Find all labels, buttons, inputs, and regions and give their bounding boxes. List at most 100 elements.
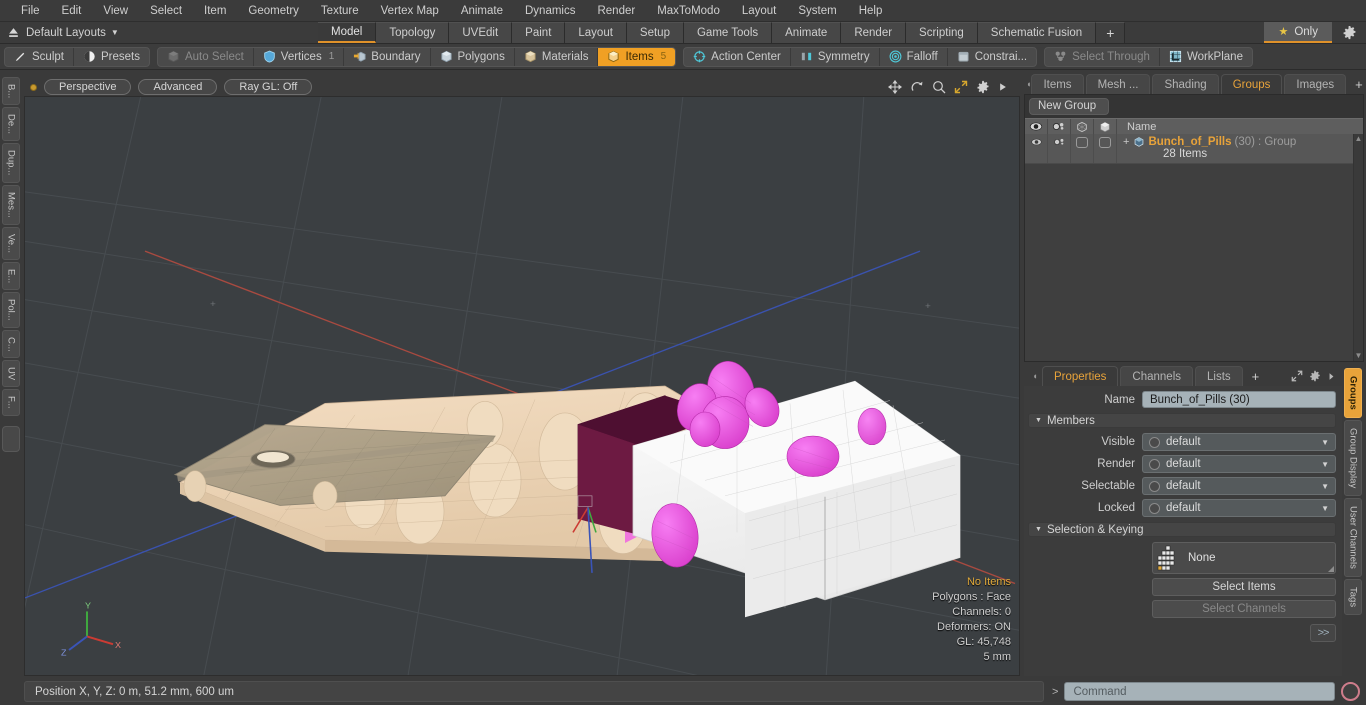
row-eye-toggle[interactable] (1025, 134, 1048, 163)
scroll-down-icon[interactable]: ▼ (1354, 351, 1363, 361)
presets-button[interactable]: Presets (74, 48, 149, 66)
row-shading-toggle[interactable] (1094, 134, 1117, 163)
group-tree-body[interactable]: + Bunch_of_Pills (30) : Group 28 Items ▲… (1025, 134, 1363, 361)
menu-item-system[interactable]: System (787, 3, 847, 19)
visible-select[interactable]: default ▼ (1142, 433, 1336, 451)
layout-selector[interactable]: Default Layouts ▼ (26, 27, 119, 39)
left-vtab-duplicate[interactable]: Dup... (2, 143, 20, 183)
rotate-icon[interactable] (910, 80, 924, 94)
expand-toggle-icon[interactable]: + (1123, 136, 1130, 148)
table-row[interactable]: + Bunch_of_Pills (30) : Group 28 Items (1025, 134, 1363, 164)
falloff-button[interactable]: Falloff (880, 47, 948, 66)
col-render-icon[interactable] (1048, 119, 1071, 134)
view-mode-button[interactable]: Perspective (44, 79, 132, 95)
more-options-button[interactable]: >> (1310, 624, 1336, 642)
tab-uvedit[interactable]: UVEdit (449, 22, 513, 43)
menu-item-select[interactable]: Select (139, 3, 193, 19)
prop-tab-properties[interactable]: Properties (1042, 366, 1119, 386)
left-vtab-vertex[interactable]: Ve... (2, 226, 20, 260)
select-through-button[interactable]: Select Through (1045, 47, 1160, 66)
render-select[interactable]: default ▼ (1142, 455, 1336, 473)
menu-item-render[interactable]: Render (586, 3, 646, 19)
sculpt-button[interactable]: Sculpt (5, 47, 74, 66)
scroll-up-icon[interactable]: ▲ (1354, 134, 1363, 144)
collapse-up-icon[interactable] (6, 26, 20, 40)
panel-tab-groups[interactable]: Groups (1220, 74, 1283, 94)
menu-item-layout[interactable]: Layout (731, 3, 788, 19)
new-group-button[interactable]: New Group (1029, 98, 1110, 115)
move-icon[interactable] (888, 80, 902, 94)
tab-animate[interactable]: Animate (772, 22, 842, 43)
panel-tab-images[interactable]: Images (1284, 74, 1347, 94)
boundary-button[interactable]: Boundary (344, 47, 431, 66)
tab-game-tools[interactable]: Game Tools (683, 22, 773, 43)
action-center-button[interactable]: Action Center (684, 47, 791, 66)
command-input[interactable]: Command (1064, 682, 1335, 701)
symmetry-button[interactable]: Symmetry (791, 47, 880, 66)
tab-layout[interactable]: Layout (565, 22, 627, 43)
vertices-button[interactable]: Vertices 1 (254, 47, 345, 66)
col-shading-icon[interactable] (1094, 119, 1117, 134)
panel-tab-items[interactable]: Items (1031, 74, 1084, 94)
only-toggle-button[interactable]: ★ Only (1264, 22, 1332, 43)
panel-tab-mesh[interactable]: Mesh ... (1085, 74, 1151, 94)
fit-icon[interactable] (954, 80, 968, 94)
items-button[interactable]: Items 5 (598, 47, 676, 66)
select-items-button[interactable]: Select Items (1152, 578, 1336, 596)
menu-item-animate[interactable]: Animate (450, 3, 514, 19)
left-vtab-polygon[interactable]: Pol... (2, 291, 20, 328)
record-circle-icon[interactable] (1341, 682, 1360, 701)
menu-item-maxtomodo[interactable]: MaxToModo (646, 3, 731, 19)
right-vtab-groups[interactable]: Groups (1344, 368, 1362, 418)
menu-item-geometry[interactable]: Geometry (237, 3, 310, 19)
panel-add-tab[interactable]: + (1348, 74, 1366, 94)
tab-scripting[interactable]: Scripting (906, 22, 978, 43)
right-vtab-user-channels[interactable]: User Channels (1344, 497, 1362, 577)
tree-scrollbar[interactable]: ▲ ▼ (1353, 134, 1363, 361)
prop-tab-lists[interactable]: Lists (1195, 366, 1243, 386)
left-vtab-deform[interactable]: De... (2, 107, 20, 142)
more-icon[interactable] (1327, 371, 1336, 382)
menu-item-dynamics[interactable]: Dynamics (514, 3, 586, 19)
menu-item-item[interactable]: Item (193, 3, 237, 19)
locked-radio-icon[interactable] (1149, 502, 1160, 514)
menu-item-view[interactable]: View (92, 3, 139, 19)
tab-paint[interactable]: Paint (512, 22, 566, 43)
render-radio-icon[interactable] (1149, 458, 1160, 470)
menu-item-help[interactable]: Help (848, 3, 894, 19)
left-vtab-edge[interactable]: E... (2, 261, 20, 290)
menu-item-vertex-map[interactable]: Vertex Map (370, 3, 450, 19)
gear-icon[interactable] (1309, 370, 1321, 382)
properties-menu-icon[interactable]: ◖ (1028, 366, 1042, 386)
tab-schematic-fusion[interactable]: Schematic Fusion (977, 22, 1097, 43)
menu-item-edit[interactable]: Edit (51, 3, 93, 19)
zoom-icon[interactable] (932, 80, 946, 94)
locked-select[interactable]: default ▼ (1142, 499, 1336, 517)
right-vtab-tags[interactable]: Tags (1344, 578, 1362, 615)
prop-add-tab[interactable]: + (1245, 366, 1267, 386)
selectable-radio-icon[interactable] (1149, 480, 1160, 492)
tab-render[interactable]: Render (841, 22, 907, 43)
add-tab-button[interactable]: + (1096, 22, 1126, 43)
raygl-button[interactable]: Ray GL: Off (224, 79, 313, 95)
tab-model[interactable]: Model (318, 22, 377, 43)
left-vtab-fusion[interactable]: F... (2, 389, 20, 417)
name-field[interactable]: Bunch_of_Pills (30) (1142, 391, 1336, 408)
left-vtab-curve[interactable]: C... (2, 329, 20, 359)
col-wireframe-icon[interactable] (1071, 119, 1094, 134)
row-wireframe-toggle[interactable] (1071, 134, 1094, 163)
auto-select-button[interactable]: Auto Select (158, 47, 254, 66)
tab-topology[interactable]: Topology (376, 22, 450, 43)
gear-icon[interactable] (976, 80, 990, 94)
workplane-button[interactable]: WorkPlane (1160, 48, 1252, 66)
menu-item-file[interactable]: File (10, 3, 51, 19)
tab-setup[interactable]: Setup (626, 22, 684, 43)
polygons-button[interactable]: Polygons (431, 47, 515, 66)
selectable-select[interactable]: default ▼ (1142, 477, 1336, 495)
menu-item-texture[interactable]: Texture (310, 3, 370, 19)
play-icon[interactable] (998, 81, 1008, 93)
constraints-button[interactable]: Constrai... (948, 48, 1036, 66)
settings-gear-button[interactable] (1332, 22, 1366, 43)
prop-tab-channels[interactable]: Channels (1120, 366, 1194, 386)
row-render-toggle[interactable] (1048, 134, 1071, 163)
